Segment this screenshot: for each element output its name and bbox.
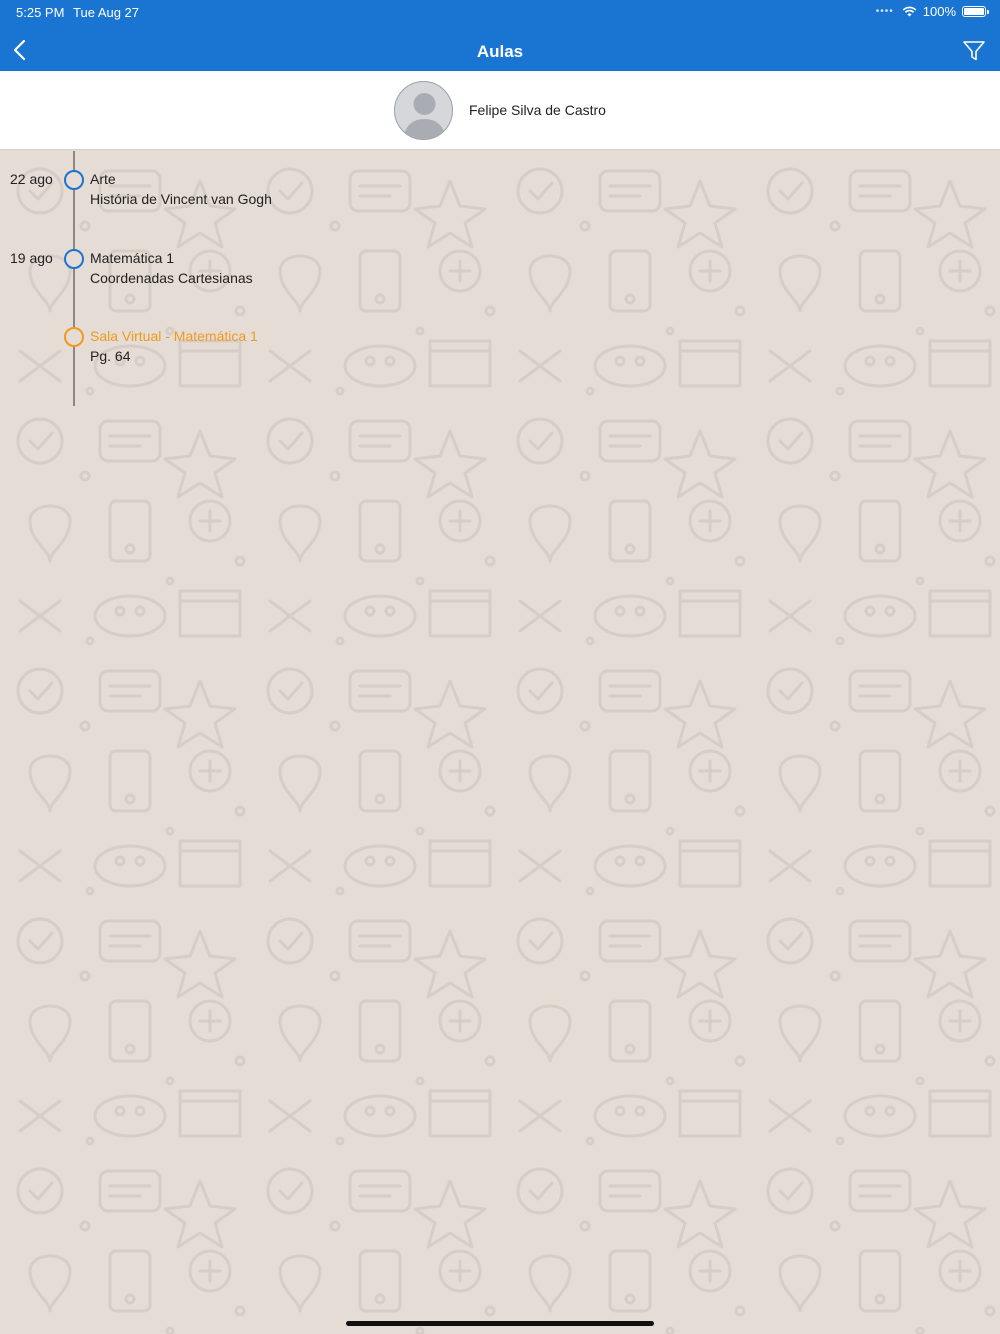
lesson-topic: Coordenadas Cartesianas [90,270,253,286]
wifi-icon [902,6,917,17]
battery-icon [962,6,989,17]
status-date: Tue Aug 27 [73,5,140,20]
user-avatar-icon[interactable] [394,81,453,140]
lesson-topic: História de Vincent van Gogh [90,191,272,207]
lesson-subject: Arte [90,171,116,187]
timeline-date: 19 ago [10,250,53,266]
app-screen: 5:25 PM Tue Aug 27 •••• 100% Aulas Felip… [0,0,1000,1334]
home-indicator[interactable] [346,1321,654,1326]
lesson-topic: Pg. 64 [90,348,131,364]
timeline-node-icon [64,170,84,190]
status-bar: 5:25 PM Tue Aug 27 •••• 100% [0,0,1000,24]
lesson-subject: Matemática 1 [90,250,175,266]
timeline-date: 22 ago [10,171,53,187]
page-title: Aulas [476,42,524,61]
lesson-subject: Sala Virtual - Matemática 1 [90,328,258,344]
filter-icon[interactable] [962,39,986,63]
timeline-node-icon [64,327,84,347]
battery-percent: 100% [922,4,956,19]
profile-name: Felipe Silva de Castro [469,102,606,118]
top-app-bar: 5:25 PM Tue Aug 27 •••• 100% Aulas [0,0,1000,71]
status-indicators: •••• 100% [875,4,989,19]
status-time: 5:25 PM [16,5,65,20]
signal-dots-icon: •••• [875,6,894,17]
timeline-node-icon [64,249,84,269]
profile-bar: Felipe Silva de Castro [0,71,1000,150]
